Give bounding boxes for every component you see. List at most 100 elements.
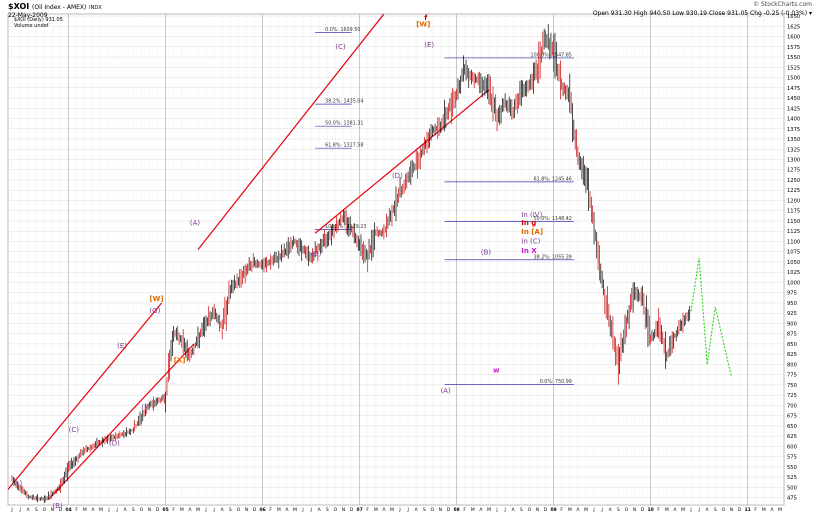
x-month-label: N xyxy=(245,507,248,513)
x-month-label: M xyxy=(681,507,685,513)
y-tick-label: 1550 xyxy=(787,55,800,61)
x-month-label: A xyxy=(124,507,128,513)
x-month-label: F xyxy=(75,507,78,513)
x-month-label: J xyxy=(697,507,699,513)
x-month-label: D xyxy=(156,507,160,513)
x-month-label: A xyxy=(415,507,419,513)
wave-label: (B) xyxy=(311,250,322,258)
wave-label: [W] xyxy=(416,20,430,28)
x-month-label: A xyxy=(673,507,677,513)
chart-title: $XOI (Oil Index - AMEX) INDX xyxy=(8,2,102,11)
wave-label: (C) xyxy=(69,426,80,434)
x-month-label: M xyxy=(471,507,475,513)
exchange: INDX xyxy=(89,5,102,11)
y-tick-label: 1175 xyxy=(787,209,800,215)
fib-label: 38.2%: 1055.39 xyxy=(534,254,572,260)
fib-label: 61.8%: 1245.46 xyxy=(534,176,572,182)
x-month-label: M xyxy=(665,507,669,513)
x-month-label: M xyxy=(196,507,200,513)
x-month-label: M xyxy=(293,507,297,513)
x-month-label: M xyxy=(487,507,491,513)
x-month-label: M xyxy=(778,507,782,513)
y-tick-label: 1525 xyxy=(787,65,800,71)
wave-label: In X xyxy=(521,247,537,255)
x-year-label: 09 xyxy=(550,507,556,513)
y-tick-label: 725 xyxy=(787,393,797,399)
watermark: © StockCharts.com xyxy=(753,1,812,8)
y-tick-label: 700 xyxy=(787,403,797,409)
wave-label: (C) xyxy=(335,43,346,51)
y-tick-label: 1225 xyxy=(787,188,800,194)
wave-label: (B) xyxy=(52,502,63,510)
x-year-label: 06 xyxy=(259,507,265,513)
fib-label: 0.0%: 750.99 xyxy=(540,379,572,385)
chart-svg: 475 500 525 550 575 600 625 650 675 700 725 750 775 8… xyxy=(7,13,800,513)
x-month-label: O xyxy=(528,507,532,513)
x-month-label: O xyxy=(722,507,726,513)
x-month-label: J xyxy=(689,507,691,513)
x-month-label: F xyxy=(560,507,563,513)
y-tick-label: 1450 xyxy=(787,96,800,102)
x-month-label: M xyxy=(99,507,103,513)
y-tick-label: 600 xyxy=(787,444,797,450)
y-tick-label: 1350 xyxy=(787,137,800,143)
y-tick-label: 1500 xyxy=(787,76,800,82)
y-tick-label: 950 xyxy=(787,301,797,307)
wave-label: (B) xyxy=(481,249,492,257)
x-month-label: O xyxy=(237,507,241,513)
x-month-label: F xyxy=(366,507,369,513)
y-tick-label: 800 xyxy=(787,362,797,368)
x-month-label: O xyxy=(140,507,144,513)
y-tick-label: 1100 xyxy=(787,239,800,245)
wave-label: (D) xyxy=(109,440,120,448)
y-tick-label: 1475 xyxy=(787,86,800,92)
x-month-label: S xyxy=(326,507,329,513)
wave-label: In (C) xyxy=(521,238,540,246)
x-month-label: A xyxy=(770,507,774,513)
symbol: $XOI xyxy=(8,2,30,11)
x-month-label: J xyxy=(600,507,602,513)
x-month-label: F xyxy=(463,507,466,513)
wave-label: In g xyxy=(521,219,536,227)
x-month-label: S xyxy=(617,507,620,513)
y-tick-label: 1375 xyxy=(787,127,800,133)
x-month-label: J xyxy=(309,507,311,513)
x-month-label: F xyxy=(754,507,757,513)
x-month-label: D xyxy=(350,507,354,513)
wave-label: (G) xyxy=(149,307,160,315)
y-tick-label: 1400 xyxy=(787,117,800,123)
y-tick-label: 575 xyxy=(787,455,797,461)
x-month-label: J xyxy=(212,507,214,513)
y-tick-label: 1025 xyxy=(787,270,800,276)
x-month-label: M xyxy=(568,507,572,513)
x-month-label: M xyxy=(374,507,378,513)
x-month-label: S xyxy=(132,507,135,513)
x-month-label: N xyxy=(730,507,733,513)
wave-label: (D) xyxy=(392,172,403,180)
x-month-label: O xyxy=(431,507,435,513)
y-tick-label: 1575 xyxy=(787,45,800,51)
y-tick-label: 975 xyxy=(787,291,797,297)
y-tick-label: 1125 xyxy=(787,229,800,235)
x-month-label: A xyxy=(221,507,225,513)
x-month-label: M xyxy=(584,507,588,513)
y-tick-label: 775 xyxy=(787,373,797,379)
x-month-label: M xyxy=(277,507,281,513)
x-month-label: D xyxy=(447,507,451,513)
x-month-label: J xyxy=(10,507,12,513)
y-tick-label: 925 xyxy=(787,311,797,317)
x-month-label: A xyxy=(188,507,192,513)
x-month-label: J xyxy=(107,507,109,513)
x-month-label: A xyxy=(27,507,31,513)
y-tick-label: 550 xyxy=(787,465,797,471)
y-tick-label: 1000 xyxy=(787,280,800,286)
y-tick-label: 750 xyxy=(787,383,797,389)
x-month-label: N xyxy=(342,507,345,513)
wave-label: (F) xyxy=(141,404,151,412)
x-month-label: J xyxy=(18,507,20,513)
y-tick-label: 1150 xyxy=(787,219,800,225)
x-month-label: M xyxy=(83,507,87,513)
x-month-label: A xyxy=(91,507,95,513)
y-tick-label: 875 xyxy=(787,332,797,338)
x-month-label: M xyxy=(390,507,394,513)
